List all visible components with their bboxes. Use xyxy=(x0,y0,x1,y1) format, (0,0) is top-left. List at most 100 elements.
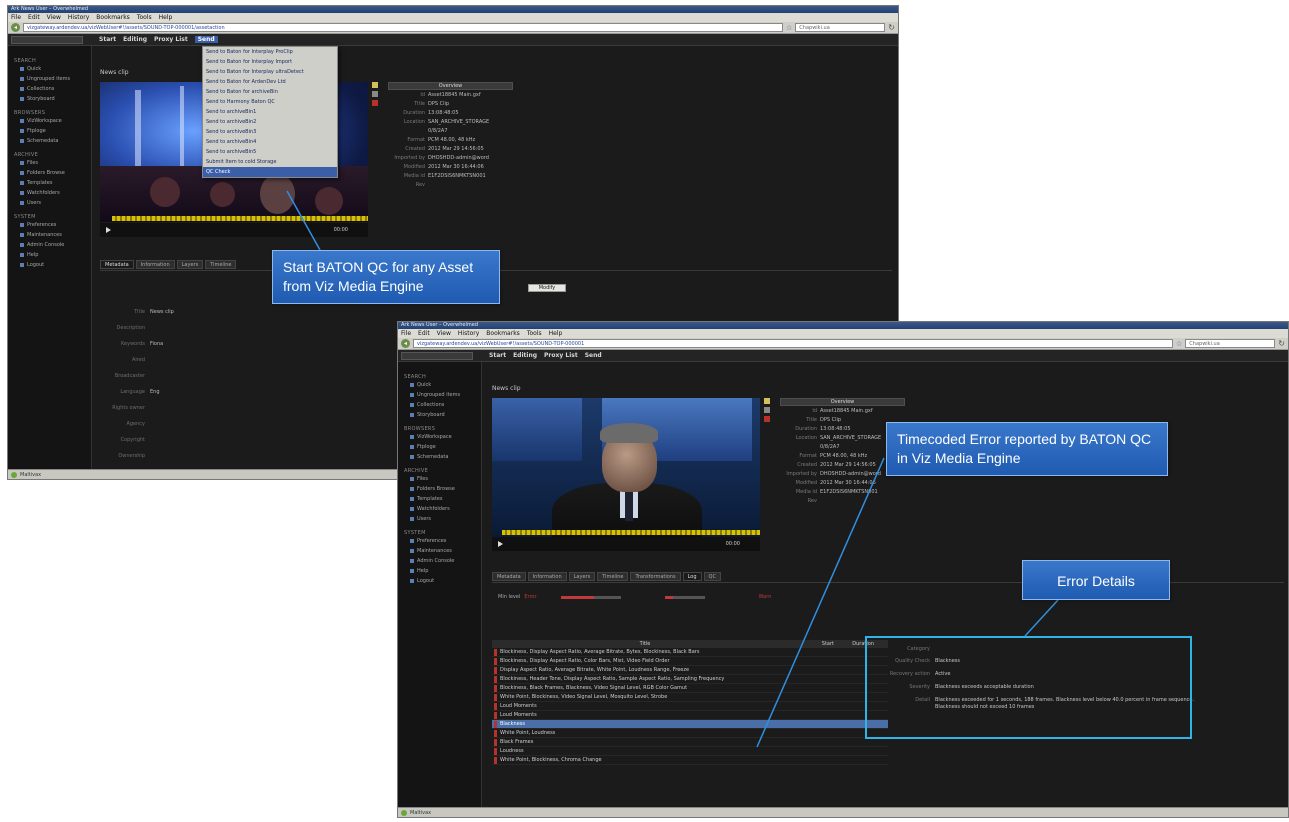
sidebar-item[interactable]: Storyboard xyxy=(8,94,91,104)
back-icon[interactable]: ◂ xyxy=(401,339,410,348)
send-menu-item[interactable]: Send to Harmony Baton QC xyxy=(203,97,337,107)
app-tab[interactable]: Proxy List xyxy=(154,36,188,43)
sidebar-item[interactable]: Preferences xyxy=(8,220,91,230)
app-tab[interactable]: Proxy List xyxy=(544,352,578,359)
sidebar-item[interactable]: VizWorkspace xyxy=(398,432,481,442)
star-icon[interactable]: ☆ xyxy=(786,24,792,32)
sidebar-item[interactable]: Schemedata xyxy=(8,136,91,146)
log-row[interactable]: Blockiness, Header Tone, Display Aspect … xyxy=(492,675,888,684)
sidebar-item[interactable]: Help xyxy=(398,566,481,576)
detail-tab[interactable]: QC xyxy=(703,572,721,581)
delete-icon[interactable] xyxy=(372,100,378,106)
url-field[interactable]: vizgateway.ardendev.ua/vizWebUser#!/asse… xyxy=(23,23,784,32)
send-menu-item[interactable]: Submit Item to cold Storage xyxy=(203,157,337,167)
sidebar-item[interactable]: Templates xyxy=(8,178,91,188)
menu-item[interactable]: Bookmarks xyxy=(486,329,520,338)
menu-item[interactable]: Help xyxy=(549,329,563,338)
form-value[interactable]: Eng xyxy=(150,389,160,395)
info-icon[interactable] xyxy=(372,82,378,88)
search-field[interactable]: Chapwiki.ua xyxy=(1185,339,1276,348)
app-tab[interactable]: Editing xyxy=(123,36,147,43)
send-menu-item[interactable]: Send to Baton for ArdenDev Ltd xyxy=(203,77,337,87)
form-value[interactable]: News clip xyxy=(150,309,174,315)
send-menu-item[interactable]: Send to archiveBin1 xyxy=(203,107,337,117)
detail-tab[interactable]: Timeline xyxy=(597,572,629,581)
sidebar-item[interactable]: Folders Browse xyxy=(8,168,91,178)
edit-icon[interactable] xyxy=(764,407,770,413)
sidebar-item[interactable]: Watchfolders xyxy=(8,188,91,198)
app-search-input[interactable] xyxy=(11,35,83,44)
sidebar-item[interactable]: Maintenances xyxy=(8,230,91,240)
log-row[interactable]: White Point, Blockiness, Chroma Change xyxy=(492,756,888,765)
level-slider[interactable] xyxy=(560,595,621,599)
menu-item[interactable]: Bookmarks xyxy=(96,13,130,22)
menu-item[interactable]: History xyxy=(458,329,479,338)
menu-item[interactable]: Tools xyxy=(137,13,152,22)
edit-icon[interactable] xyxy=(372,91,378,97)
log-row[interactable]: Blockiness, Black Frames, Blackness, Vid… xyxy=(492,684,888,693)
log-row[interactable]: Blockiness, Display Aspect Ratio, Averag… xyxy=(492,648,888,657)
sidebar-item[interactable]: Logout xyxy=(398,576,481,586)
play-icon[interactable] xyxy=(106,227,111,233)
timeline-track[interactable] xyxy=(502,530,760,535)
sidebar-item[interactable]: Ungrouped items xyxy=(8,74,91,84)
detail-tab[interactable]: Layers xyxy=(176,260,204,269)
video-preview[interactable] xyxy=(492,398,760,538)
app-search-input[interactable] xyxy=(401,351,473,360)
menu-item[interactable]: View xyxy=(47,13,61,22)
sidebar-item[interactable]: Files xyxy=(8,158,91,168)
sidebar-item[interactable]: Folders Browse xyxy=(398,484,481,494)
send-menu-item[interactable]: Send to archiveBin2 xyxy=(203,117,337,127)
log-row[interactable]: Loud Moments xyxy=(492,711,888,720)
app-tab[interactable]: Send xyxy=(194,36,218,43)
send-menu-item[interactable]: Send to Baton for Interplay ProClip xyxy=(203,47,337,57)
url-field[interactable]: vizgateway.ardendev.ua/vizWebUser#!/asse… xyxy=(413,339,1174,348)
menu-item[interactable]: Tools xyxy=(527,329,542,338)
menu-item[interactable]: Edit xyxy=(418,329,430,338)
detail-tab[interactable]: Log xyxy=(682,572,702,581)
filter-warn[interactable]: Warn xyxy=(759,594,772,600)
log-row[interactable]: Black Frames xyxy=(492,738,888,747)
detail-tab[interactable]: Information xyxy=(527,572,567,581)
sidebar-item[interactable]: Templates xyxy=(398,494,481,504)
back-icon[interactable]: ◂ xyxy=(11,23,20,32)
info-icon[interactable] xyxy=(764,398,770,404)
app-tab[interactable]: Start xyxy=(489,352,506,359)
sidebar-item[interactable]: Ftploge xyxy=(398,442,481,452)
log-row[interactable]: Display Aspect Ratio, Average Bitrate, W… xyxy=(492,666,888,675)
modify-button[interactable]: Modify xyxy=(528,284,566,292)
sidebar-item[interactable]: Collections xyxy=(8,84,91,94)
sidebar-item[interactable]: Maintenances xyxy=(398,546,481,556)
log-row[interactable]: Loud Moments xyxy=(492,702,888,711)
sidebar-item[interactable]: Admin Console xyxy=(8,240,91,250)
sidebar-item[interactable]: VizWorkspace xyxy=(8,116,91,126)
detail-tab[interactable]: Layers xyxy=(568,572,596,581)
timeline-track[interactable] xyxy=(112,216,368,221)
menu-item[interactable]: Edit xyxy=(28,13,40,22)
sidebar-item[interactable]: Help xyxy=(8,250,91,260)
sidebar-item[interactable]: Collections xyxy=(398,400,481,410)
sidebar-item[interactable]: Watchfolders xyxy=(398,504,481,514)
sidebar-item[interactable]: Admin Console xyxy=(398,556,481,566)
sidebar-item[interactable]: Preferences xyxy=(398,536,481,546)
search-field[interactable]: Chapwiki.ua xyxy=(795,23,886,32)
sidebar-item[interactable]: Ftploge xyxy=(8,126,91,136)
sidebar-item[interactable]: Quick xyxy=(398,380,481,390)
send-menu-item[interactable]: Send to archiveBin5 xyxy=(203,147,337,157)
level-slider[interactable] xyxy=(664,595,705,599)
sidebar-item[interactable]: Schemedata xyxy=(398,452,481,462)
play-icon[interactable] xyxy=(498,541,503,547)
detail-tab[interactable]: Metadata xyxy=(100,260,134,269)
reload-icon[interactable]: ↻ xyxy=(888,23,895,32)
sidebar-item[interactable]: Users xyxy=(398,514,481,524)
sidebar-item[interactable]: Ungrouped items xyxy=(398,390,481,400)
sidebar-item[interactable]: Logout xyxy=(8,260,91,270)
log-row[interactable]: Blackness xyxy=(492,720,888,729)
send-menu-item[interactable]: Send to Baton for Interplay ultraDetect xyxy=(203,67,337,77)
send-menu-item[interactable]: QC Check xyxy=(203,167,337,177)
sidebar-item[interactable]: Quick xyxy=(8,64,91,74)
log-row[interactable]: Blockiness, Display Aspect Ratio, Color … xyxy=(492,657,888,666)
delete-icon[interactable] xyxy=(764,416,770,422)
detail-tab[interactable]: Transformations xyxy=(630,572,681,581)
menu-item[interactable]: File xyxy=(401,329,411,338)
